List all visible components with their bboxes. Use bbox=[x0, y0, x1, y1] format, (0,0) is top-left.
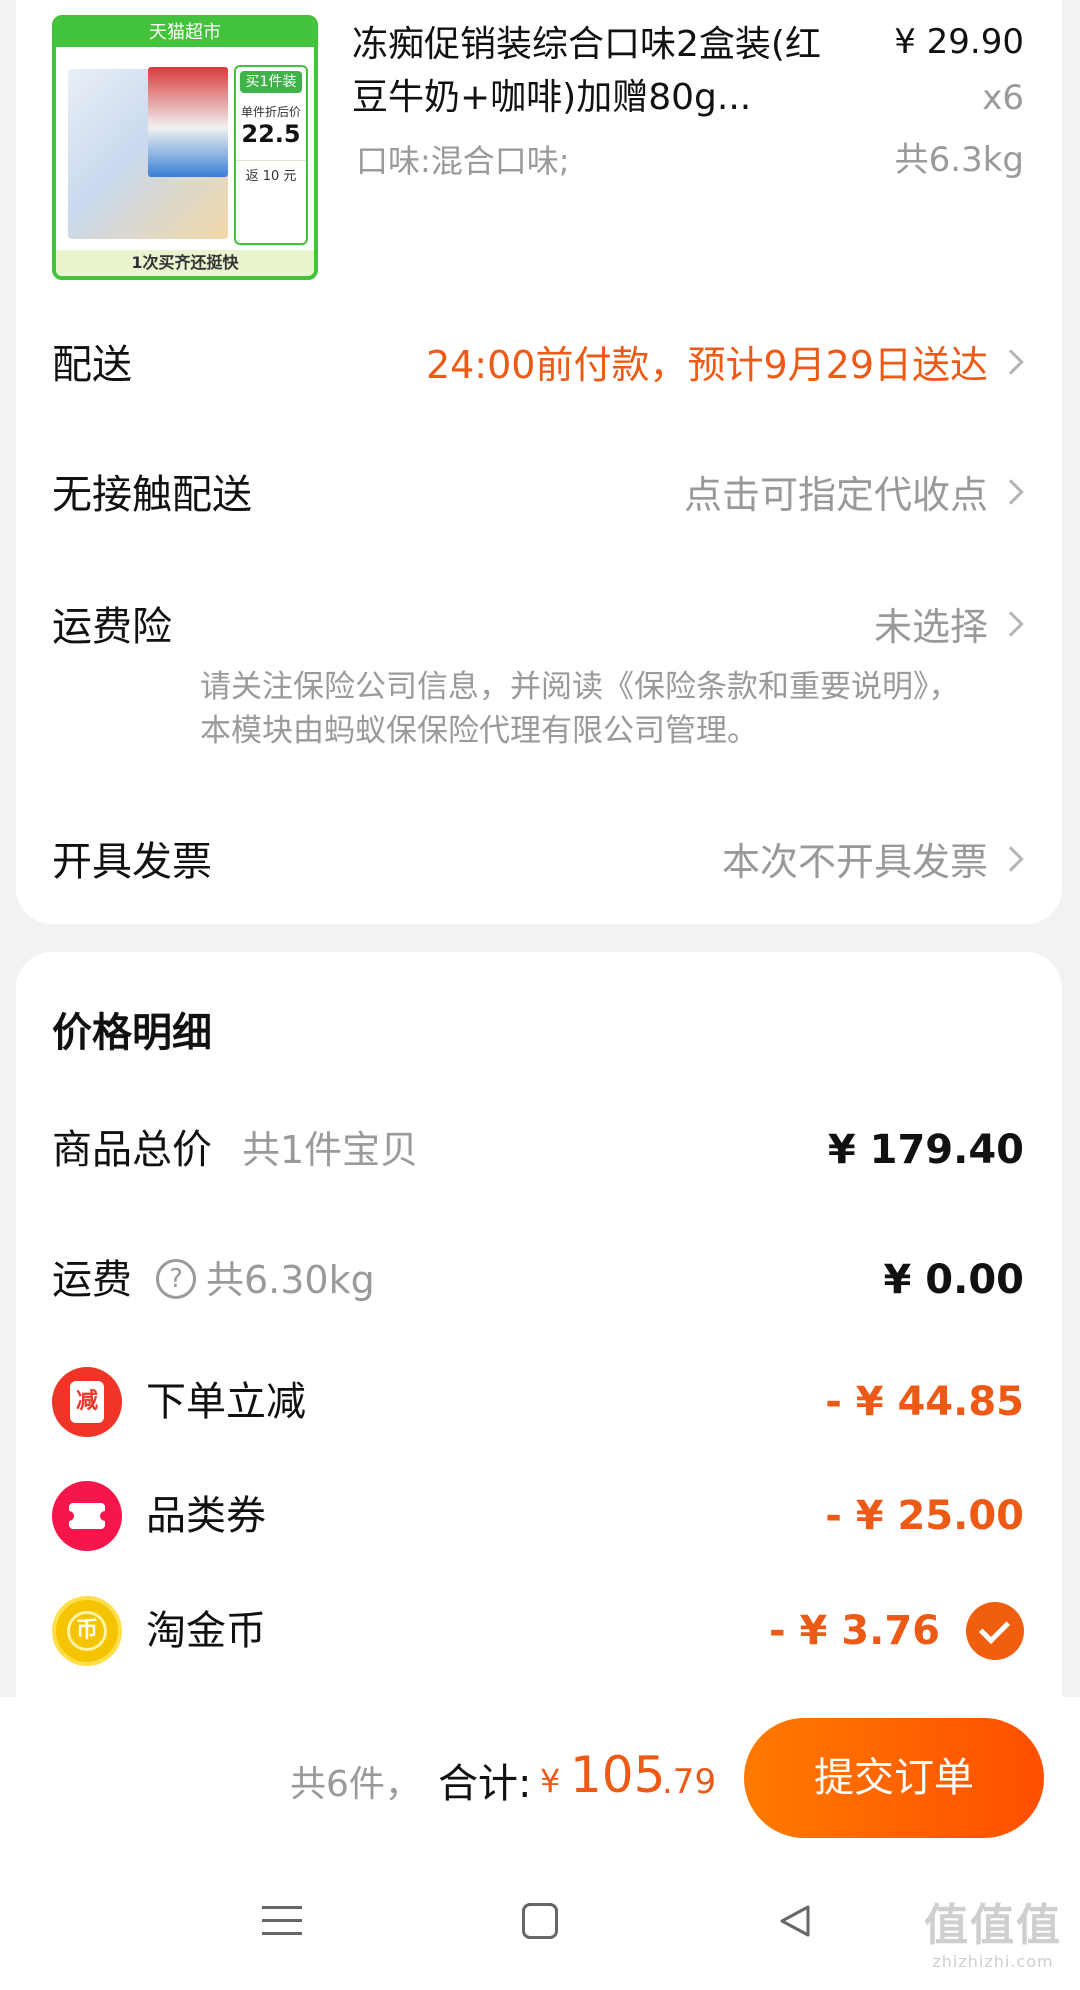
contactless-value: 点击可指定代收点 bbox=[683, 473, 988, 517]
subtotal-amount: ¥ 179.40 bbox=[827, 1127, 1024, 1173]
contactless-delivery-row[interactable]: 无接触配送 点击可指定代收点 bbox=[52, 465, 1024, 525]
back-icon[interactable] bbox=[778, 1904, 812, 1938]
checkmark-icon[interactable] bbox=[966, 1602, 1024, 1660]
product-image[interactable]: 天猫超市 买1件装 单件折后价 22.5 返 10 元 1次买齐还挺快 bbox=[52, 15, 318, 280]
watermark-logo: 值值值 bbox=[924, 1900, 1062, 1951]
insurance-note[interactable]: 请关注保险公司信息，并阅读《保险条款和重要说明》，本模块由蚂蚁保保险代理有限公司… bbox=[200, 665, 990, 753]
total-label: 合计: bbox=[438, 1761, 532, 1807]
subtotal-label: 商品总价 bbox=[52, 1127, 212, 1173]
image-promo-panel: 买1件装 单件折后价 22.5 返 10 元 bbox=[234, 65, 308, 245]
coupon-ticket-icon bbox=[52, 1481, 122, 1551]
delivery-label: 配送 bbox=[52, 342, 132, 388]
chevron-right-icon bbox=[998, 611, 1024, 637]
invoice-value: 本次不开具发票 bbox=[721, 840, 988, 884]
invoice-row[interactable]: 开具发票 本次不开具发票 bbox=[52, 832, 1024, 892]
invoice-label: 开具发票 bbox=[52, 839, 212, 885]
category-coupon-amount: - ¥ 25.00 bbox=[825, 1493, 1024, 1539]
contactless-label: 无接触配送 bbox=[52, 472, 252, 518]
delivery-value: 24:00前付款，预计9月29日送达 bbox=[425, 343, 988, 387]
total-currency: ¥ bbox=[540, 1762, 561, 1800]
shipping-fee-label: 运费 bbox=[52, 1257, 132, 1303]
discount-icon: 减 bbox=[52, 1367, 122, 1437]
submit-order-button[interactable]: 提交订单 bbox=[744, 1718, 1044, 1838]
chevron-right-icon bbox=[998, 479, 1024, 505]
shipping-weight: 共6.30kg bbox=[206, 1258, 375, 1302]
product-quantity: x6 bbox=[982, 78, 1024, 118]
chevron-right-icon bbox=[998, 349, 1024, 375]
help-question-icon[interactable]: ? bbox=[156, 1259, 196, 1299]
instant-discount-label: 下单立减 bbox=[146, 1379, 306, 1425]
chevron-right-icon bbox=[998, 846, 1024, 872]
instant-discount-row: 减 下单立减 - ¥ 44.85 bbox=[52, 1367, 1024, 1437]
shipping-insurance-row[interactable]: 运费险 未选择 bbox=[52, 597, 1024, 657]
site-watermark: 值值值 zhizhizhi.com bbox=[920, 1900, 1066, 1971]
gold-coin-icon: 币 bbox=[52, 1596, 122, 1666]
instant-discount-amount: - ¥ 44.85 bbox=[825, 1379, 1024, 1425]
price-details-title: 价格明细 bbox=[52, 1010, 212, 1056]
home-icon[interactable] bbox=[522, 1903, 558, 1939]
taojinbi-amount: - ¥ 3.76 bbox=[769, 1608, 940, 1654]
shipping-fee-amount: ¥ 0.00 bbox=[883, 1257, 1024, 1303]
subtotal-row: 商品总价 共1件宝贝 ¥ 179.40 bbox=[52, 1115, 1024, 1185]
product-weight: 共6.3kg bbox=[894, 140, 1024, 180]
total-item-count: 共6件， bbox=[290, 1764, 421, 1805]
category-coupon-row[interactable]: 品类券 - ¥ 25.00 bbox=[52, 1481, 1024, 1551]
product-spec: 口味:混合口味; bbox=[356, 142, 570, 180]
taojinbi-row[interactable]: 币 淘金币 - ¥ 3.76 bbox=[52, 1596, 1024, 1666]
shipping-fee-row: 运费 ? 共6.30kg ¥ 0.00 bbox=[52, 1245, 1024, 1315]
image-footer: 1次买齐还挺快 bbox=[56, 250, 314, 276]
category-coupon-label: 品类券 bbox=[146, 1493, 266, 1539]
delivery-row[interactable]: 配送 24:00前付款，预计9月29日送达 bbox=[52, 335, 1024, 395]
product-box-art-2 bbox=[148, 67, 228, 177]
shipping-insurance-value: 未选择 bbox=[873, 605, 988, 649]
product-price: ¥ 29.90 bbox=[894, 22, 1024, 62]
subtotal-item-count: 共1件宝贝 bbox=[242, 1128, 419, 1172]
total-amount-integer: 105 bbox=[570, 1746, 666, 1804]
taojinbi-label: 淘金币 bbox=[146, 1608, 266, 1654]
product-title[interactable]: 冻痴促销装综合口味2盒装(红豆牛奶+咖啡)加赠80g... bbox=[352, 18, 822, 124]
shipping-insurance-label: 运费险 bbox=[52, 604, 172, 650]
recent-apps-icon[interactable] bbox=[262, 1906, 302, 1936]
total-amount-decimal: .79 bbox=[662, 1762, 717, 1802]
watermark-url: zhizhizhi.com bbox=[932, 1952, 1054, 1971]
tmall-supermarket-tag: 天猫超市 bbox=[56, 19, 314, 47]
